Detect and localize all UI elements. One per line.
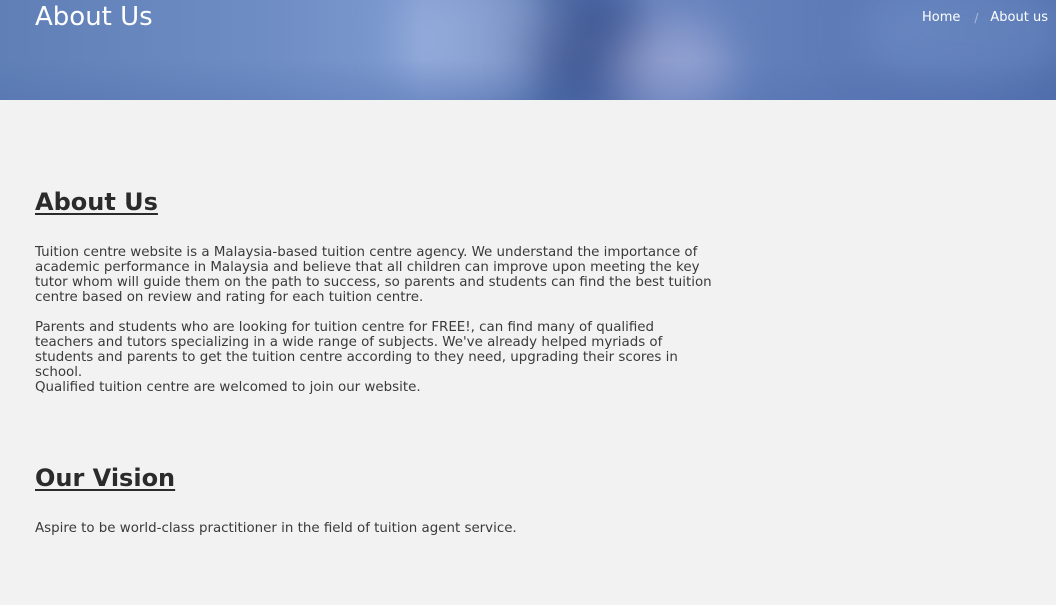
vision-heading: Our Vision bbox=[35, 464, 176, 492]
page-title: About Us bbox=[35, 2, 153, 32]
breadcrumb-separator: / bbox=[974, 10, 979, 25]
breadcrumb-home-link[interactable]: Home bbox=[922, 10, 960, 25]
breadcrumb-current-link[interactable]: About us bbox=[990, 10, 1048, 25]
about-paragraph: Tuition centre website is a Malaysia-bas… bbox=[35, 245, 712, 305]
banner-gradient-overlay bbox=[0, 60, 1056, 100]
about-heading: About Us bbox=[35, 188, 158, 216]
page-header-banner: About Us Home / About us bbox=[0, 0, 1056, 100]
about-paragraph: Parents and students who are looking for… bbox=[35, 320, 678, 380]
vision-paragraph: Aspire to be world-class practitioner in… bbox=[35, 521, 517, 536]
about-paragraph: Qualified tuition centre are welcomed to… bbox=[35, 380, 421, 395]
breadcrumb: Home / About us bbox=[922, 10, 1048, 25]
